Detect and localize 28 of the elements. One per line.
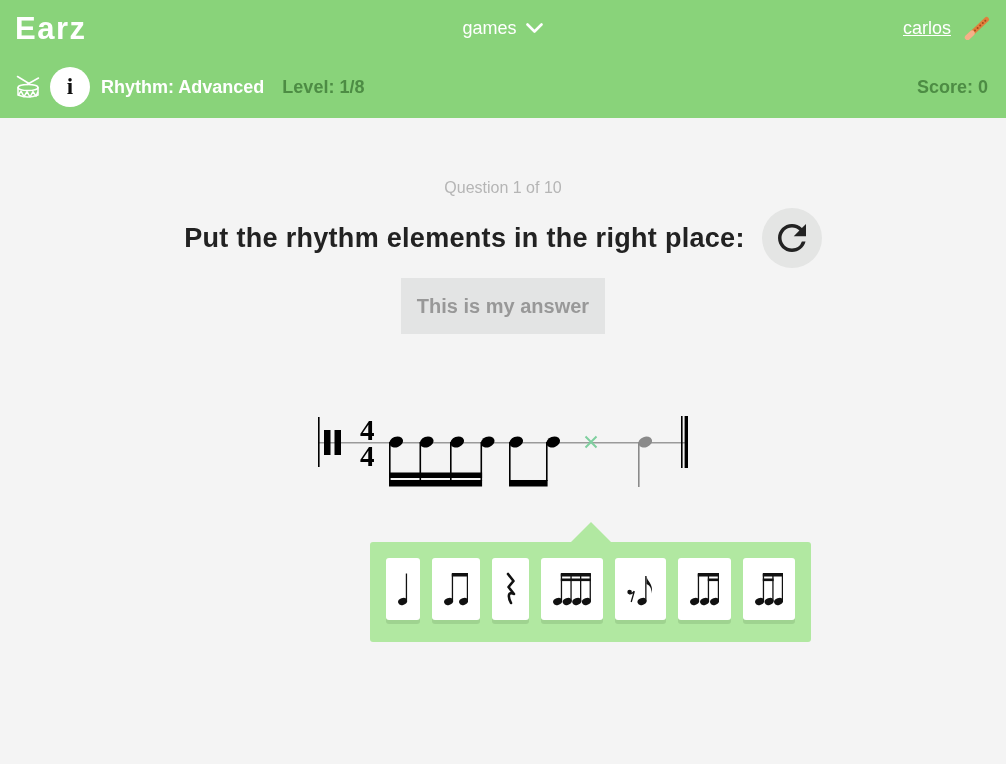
sixteenths-and-eighth-icon (754, 572, 784, 606)
eighth-and-sixteenths-icon (689, 572, 719, 606)
double-barline-icon (681, 416, 689, 468)
flute-icon (964, 16, 990, 40)
sixteenth-notes-icon[interactable] (389, 436, 496, 487)
eighth-notes-icon[interactable] (509, 436, 561, 487)
answer-button: This is my answer (400, 278, 606, 334)
drum-icon (16, 75, 40, 99)
barline-icon (317, 417, 320, 467)
info-button[interactable]: i (50, 67, 90, 107)
level-label: Level: 1/8 (282, 76, 365, 98)
sixteenth-notes-icon (552, 572, 591, 606)
reload-icon (777, 224, 806, 252)
time-signature-top: 4 (359, 417, 375, 443)
app-logo: Earz (15, 12, 87, 44)
game-title: Rhythm: Advanced (101, 76, 265, 98)
eighth-notes-icon (443, 572, 468, 606)
percussion-clef-icon (323, 430, 341, 455)
question-counter: Question 1 of 10 (444, 178, 562, 198)
cross-icon[interactable] (583, 435, 598, 449)
score-label: Score: 0 (916, 76, 988, 98)
question-prompt: Put the rhythm elements in the right place: (184, 222, 745, 254)
chevron-down-icon (525, 23, 543, 33)
user-link[interactable]: carlos (903, 17, 951, 39)
time-signature-bottom: 4 (359, 443, 375, 469)
quarter-note-icon (398, 572, 408, 606)
games-menu-button[interactable]: games (462, 17, 543, 39)
quarter-note-icon[interactable] (637, 436, 653, 487)
